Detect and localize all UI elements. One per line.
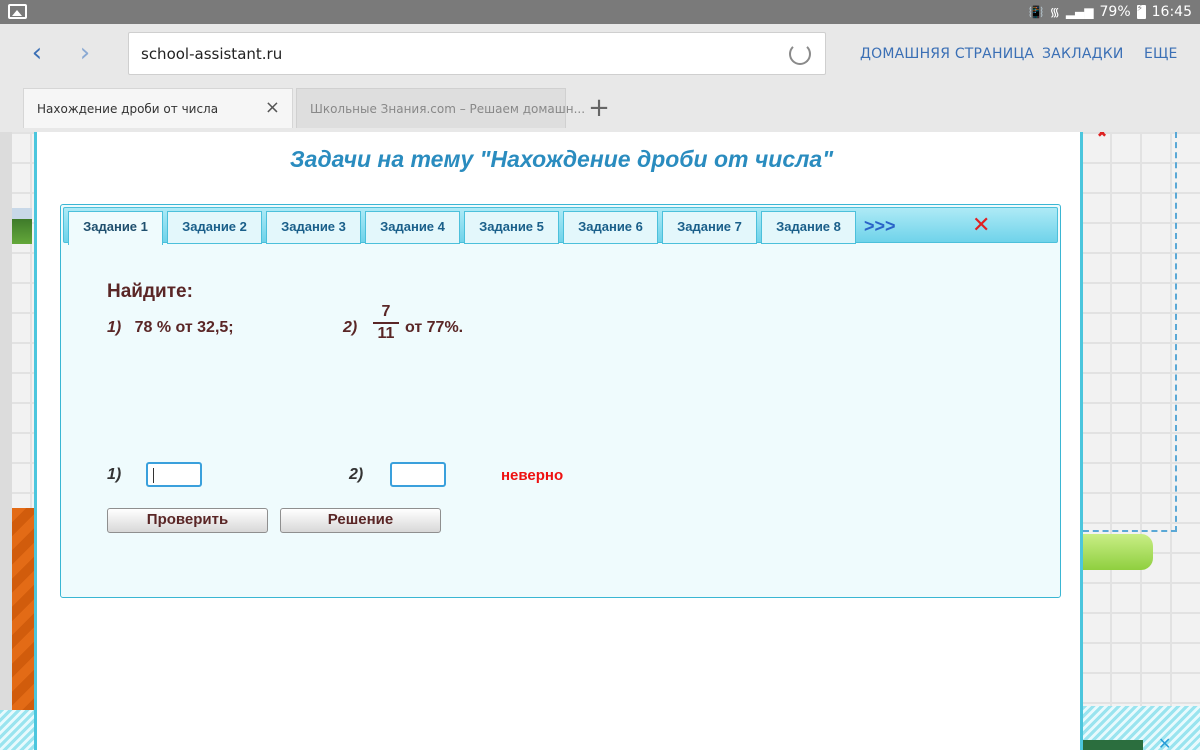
check-button[interactable]: Проверить <box>107 508 268 533</box>
text-caret <box>153 468 154 483</box>
background-cyan-pattern <box>0 710 36 750</box>
clock: 16:45 <box>1151 3 1192 20</box>
dialog-title: Задачи на тему "Нахождение дроби от числ… <box>289 146 834 172</box>
background-dashed-line <box>1175 132 1177 532</box>
background-dashed-line <box>1083 530 1177 532</box>
back-chevron-icon[interactable]: ‹ <box>22 36 52 70</box>
browser-tab-strip: Нахождение дроби от числа × Школьные Зна… <box>0 84 1200 132</box>
status-right: 📳 ᯾ ▂▄▆ 79% 16:45 <box>1029 3 1192 20</box>
url-text[interactable]: school-assistant.ru <box>141 45 282 63</box>
task-2-text: от 77%. <box>405 319 464 336</box>
task-tab-bar: Задание 1 Задание 2 Задание 3 Задание 4 … <box>63 207 1058 245</box>
tab-task-2[interactable]: Задание 2 <box>167 211 262 244</box>
reload-icon[interactable] <box>789 43 811 65</box>
battery-percent: 79% <box>1099 3 1131 20</box>
task-dialog: ✖ Задачи на тему "Нахождение дроби от чи… <box>34 132 1107 750</box>
address-bar[interactable]: school-assistant.ru <box>128 32 826 75</box>
browser-tab-title: Школьные Знания.com – Решаем домашн... <box>310 102 586 116</box>
signal-icon: ▂▄▆ <box>1065 4 1094 19</box>
fraction-bar <box>373 322 399 324</box>
tab-task-8[interactable]: Задание 8 <box>761 211 856 244</box>
browser-tab-title: Нахождение дроби от числа <box>37 102 219 116</box>
answer-1-label: 1) <box>107 466 122 483</box>
tab-task-3[interactable]: Задание 3 <box>266 211 361 244</box>
background-image-thumb <box>12 208 32 244</box>
background-close-icon[interactable]: ✕ <box>1158 734 1171 750</box>
answer-2-input[interactable] <box>390 462 446 487</box>
status-bar: 📳 ᯾ ▂▄▆ 79% 16:45 <box>0 0 1200 24</box>
task-1-statement: 1) 78 % от 32,5; <box>107 319 234 337</box>
fraction-denominator: 11 <box>377 325 395 342</box>
more-tabs-arrow[interactable]: >>> <box>864 216 896 237</box>
home-page-link[interactable]: ДОМАШНЯЯ СТРАНИЦА <box>860 46 1034 62</box>
wifi-icon: ᯾ <box>1049 5 1060 19</box>
tab-task-5[interactable]: Задание 5 <box>464 211 559 244</box>
task-2-fraction: 7 11 <box>373 303 399 343</box>
answer-2-label: 2) <box>349 466 364 483</box>
browser-toolbar: ‹ › school-assistant.ru ДОМАШНЯЯ СТРАНИЦ… <box>0 24 1200 84</box>
close-tab-icon[interactable]: × <box>265 97 280 118</box>
vibrate-icon: 📳 <box>1028 4 1044 19</box>
browser-tab-inactive[interactable]: Школьные Знания.com – Решаем домашн... <box>296 88 585 128</box>
find-heading: Найдите: <box>107 281 193 302</box>
background-green-button[interactable] <box>1083 534 1153 570</box>
forward-chevron-icon[interactable]: › <box>70 36 100 70</box>
tab-task-6[interactable]: Задание 6 <box>563 211 658 244</box>
more-link[interactable]: ЕЩЕ <box>1144 46 1178 62</box>
background-dark-strip <box>1083 740 1143 750</box>
tab-task-4[interactable]: Задание 4 <box>365 211 460 244</box>
answer-verdict: неверно <box>501 467 564 484</box>
task-panel: Задание 1 Задание 2 Задание 3 Задание 4 … <box>60 204 1061 598</box>
task-1-text: 78 % от 32,5; <box>134 319 234 336</box>
bookmarks-link[interactable]: ЗАКЛАДКИ <box>1042 46 1124 62</box>
page-background: ✕ ✖ Задачи на тему "Нахождение дроби от … <box>0 132 1200 750</box>
dialog-corner-icon: ✖ <box>1097 132 1108 140</box>
close-icon[interactable]: ✕ <box>972 213 990 238</box>
tab-task-7[interactable]: Задание 7 <box>662 211 757 244</box>
solution-button[interactable]: Решение <box>280 508 441 533</box>
battery-charging-icon <box>1136 4 1146 19</box>
new-tab-button[interactable]: + <box>574 90 624 128</box>
left-edge-strip <box>0 132 12 750</box>
answer-1-input[interactable] <box>146 462 202 487</box>
background-orange-strip <box>12 508 34 713</box>
gallery-icon <box>8 4 27 19</box>
task-2-number: 2) <box>343 319 358 336</box>
browser-tab-active[interactable]: Нахождение дроби от числа × <box>23 88 293 128</box>
tab-task-1[interactable]: Задание 1 <box>68 211 163 245</box>
task-1-number: 1) <box>107 319 122 336</box>
fraction-numerator: 7 <box>381 303 391 320</box>
